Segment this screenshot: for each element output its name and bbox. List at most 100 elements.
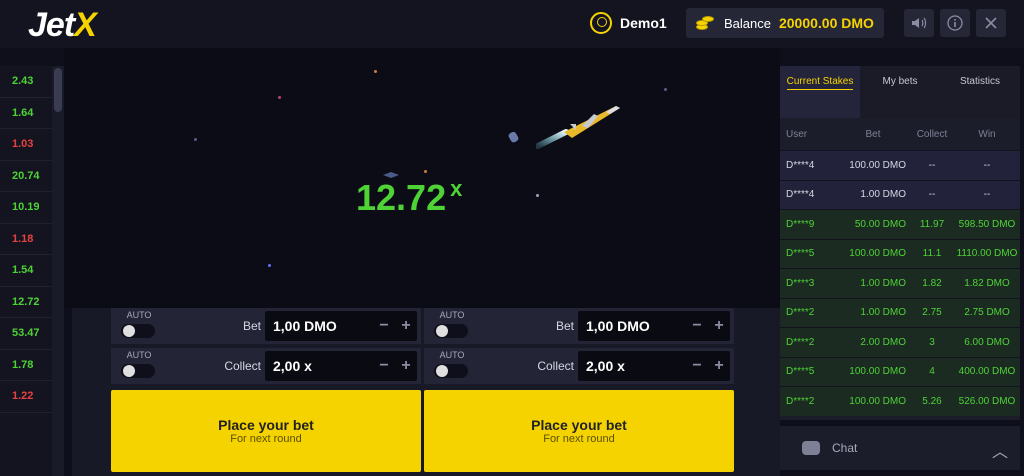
auto-bet-toggle[interactable]: AUTO bbox=[117, 310, 157, 342]
auto-collect-toggle[interactable]: AUTO bbox=[117, 350, 157, 382]
auto-label: AUTO bbox=[439, 310, 465, 320]
chat-bar[interactable]: Chat ︿ bbox=[780, 426, 1020, 470]
game-canvas: 12.72 x bbox=[64, 48, 780, 308]
history-item: 2.43 bbox=[0, 66, 52, 98]
row-user: D****4 bbox=[786, 189, 815, 201]
balance-display: Balance 20000.00 DMO bbox=[686, 8, 884, 38]
row-bet: 100.00 DMO bbox=[849, 248, 906, 260]
history-item: 1.78 bbox=[0, 350, 52, 381]
chevron-up-icon[interactable]: ︿ bbox=[992, 438, 1008, 462]
row-user: D****9 bbox=[786, 218, 815, 230]
tab-current-stakes[interactable]: Current Stakes bbox=[780, 66, 860, 118]
table-row: D****5 100.00 DMO 11.1 1110.00 DMO bbox=[780, 238, 1020, 268]
logo-accent: X bbox=[74, 6, 97, 44]
bet-amount-value[interactable]: 1,00 DMO bbox=[586, 318, 686, 334]
increase-bet-button[interactable]: + bbox=[708, 317, 730, 335]
astronaut-icon bbox=[508, 131, 519, 143]
table-row: D****2 1.00 DMO 2.75 2.75 DMO bbox=[780, 297, 1020, 327]
row-collect: 3 bbox=[929, 336, 935, 348]
row-collect: 1.82 bbox=[922, 277, 942, 289]
history-item: 1.03 bbox=[0, 129, 52, 161]
jetx-logo: JetX bbox=[28, 6, 97, 45]
row-bet: 1.00 DMO bbox=[860, 189, 906, 201]
tab-label: Current Stakes bbox=[786, 76, 854, 90]
increase-bet-button[interactable]: + bbox=[395, 317, 417, 335]
history-item: 10.19 bbox=[0, 192, 52, 224]
bet-amount-field[interactable]: 1,00 DMO − + bbox=[578, 311, 730, 341]
bet-controls: AUTO Bet 1,00 DMO − + AUTO Collect 2,00 … bbox=[72, 308, 780, 476]
table-row: D****4 100.00 DMO -- -- bbox=[780, 150, 1020, 180]
toggle-switch[interactable] bbox=[121, 364, 155, 378]
table-row: D****3 1.00 DMO 1.82 1.82 DMO bbox=[780, 268, 1020, 298]
decrease-collect-button[interactable]: − bbox=[373, 357, 395, 375]
star-dot bbox=[664, 88, 667, 91]
collect-row: AUTO Collect 2,00 x − + bbox=[424, 348, 734, 384]
decrease-bet-button[interactable]: − bbox=[686, 317, 708, 335]
decrease-collect-button[interactable]: − bbox=[686, 357, 708, 375]
place-bet-label: Place your bet bbox=[531, 417, 627, 433]
row-user: D****3 bbox=[786, 277, 815, 289]
toggle-switch[interactable] bbox=[434, 364, 468, 378]
collect-field[interactable]: 2,00 x − + bbox=[578, 351, 730, 381]
current-multiplier: 12.72 x bbox=[356, 176, 462, 219]
chat-icon bbox=[802, 441, 820, 455]
row-win: 6.00 DMO bbox=[964, 336, 1010, 348]
increase-collect-button[interactable]: + bbox=[395, 357, 417, 375]
multiplier-value: 12.72 bbox=[356, 177, 447, 218]
place-bet-sublabel: For next round bbox=[543, 433, 615, 445]
toggle-switch[interactable] bbox=[121, 324, 155, 338]
close-button[interactable] bbox=[976, 9, 1006, 37]
history-item: 12.72 bbox=[0, 287, 52, 318]
row-win: 2.75 DMO bbox=[964, 307, 1010, 319]
scrollbar-thumb[interactable] bbox=[54, 68, 62, 112]
history-item: 1.54 bbox=[0, 255, 52, 287]
row-bet: 1.00 DMO bbox=[860, 307, 906, 319]
logo-text: Jet bbox=[28, 6, 75, 44]
row-collect: 11.97 bbox=[919, 218, 945, 230]
toggle-switch[interactable] bbox=[434, 324, 468, 338]
bet-label: Bet bbox=[555, 319, 574, 333]
place-bet-sublabel: For next round bbox=[230, 433, 302, 445]
sound-icon bbox=[912, 17, 927, 29]
place-bet-button[interactable]: Place your bet For next round bbox=[424, 390, 734, 472]
increase-collect-button[interactable]: + bbox=[708, 357, 730, 375]
auto-bet-toggle[interactable]: AUTO bbox=[430, 310, 470, 342]
row-bet: 100.00 DMO bbox=[849, 395, 906, 407]
place-bet-button[interactable]: Place your bet For next round bbox=[111, 390, 421, 472]
row-win: -- bbox=[983, 159, 991, 171]
tab-statistics[interactable]: Statistics bbox=[940, 66, 1020, 118]
close-icon bbox=[985, 17, 997, 29]
row-bet: 1.00 DMO bbox=[860, 277, 906, 289]
balance-value: 20000.00 DMO bbox=[778, 15, 874, 31]
row-win: 1.82 DMO bbox=[964, 277, 1010, 289]
row-collect: 2.75 bbox=[922, 307, 942, 319]
row-win: 1110.00 DMO bbox=[956, 248, 1018, 260]
place-bet-label: Place your bet bbox=[218, 417, 314, 433]
table-row: D****2 2.00 DMO 3 6.00 DMO bbox=[780, 327, 1020, 357]
user-info[interactable]: Demo1 bbox=[590, 12, 667, 34]
row-collect: 4 bbox=[929, 366, 935, 378]
collect-field[interactable]: 2,00 x − + bbox=[265, 351, 417, 381]
sound-button[interactable] bbox=[904, 9, 934, 37]
collect-label: Collect bbox=[537, 359, 574, 373]
row-user: D****5 bbox=[786, 366, 815, 378]
auto-label: AUTO bbox=[126, 350, 152, 360]
tab-label: Statistics bbox=[959, 76, 1000, 87]
stakes-table-body: D****4 100.00 DMO -- -- D****4 1.00 DMO -- -- D*… bbox=[780, 150, 1020, 416]
star-dot bbox=[536, 194, 539, 197]
history-item: 20.74 bbox=[0, 161, 52, 192]
bet-amount-value[interactable]: 1,00 DMO bbox=[273, 318, 373, 334]
table-row: D****4 1.00 DMO -- -- bbox=[780, 179, 1020, 209]
history-scrollbar[interactable] bbox=[52, 66, 64, 476]
collect-value[interactable]: 2,00 x bbox=[586, 358, 686, 374]
collect-value[interactable]: 2,00 x bbox=[273, 358, 373, 374]
jetx-app: JetX Demo1 Balance 20000.00 DMO 2.43 1.64… bbox=[0, 0, 1024, 476]
bet-amount-field[interactable]: 1,00 DMO − + bbox=[265, 311, 417, 341]
coins-icon bbox=[696, 14, 716, 32]
auto-collect-toggle[interactable]: AUTO bbox=[430, 350, 470, 382]
history-item: 1.22 bbox=[0, 381, 52, 413]
decrease-bet-button[interactable]: − bbox=[373, 317, 395, 335]
info-button[interactable] bbox=[940, 9, 970, 37]
multiplier-suffix: x bbox=[450, 176, 463, 201]
tab-my-bets[interactable]: My bets bbox=[860, 66, 940, 118]
